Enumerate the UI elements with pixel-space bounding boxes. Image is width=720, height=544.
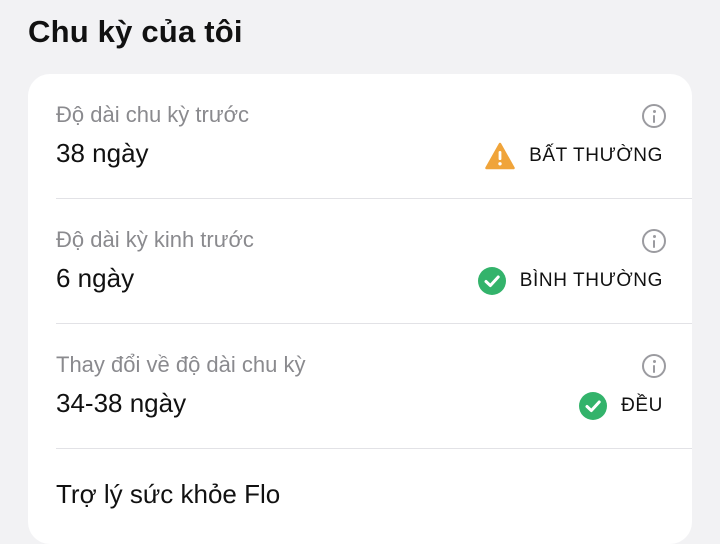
row-label: Độ dài chu kỳ trước: [56, 102, 249, 127]
info-icon[interactable]: [642, 104, 666, 128]
status-text: ĐỀU: [621, 395, 663, 416]
check-icon: [579, 392, 608, 420]
warning-icon: [485, 142, 515, 170]
cycle-summary-card: Độ dài chu kỳ trước 38 ngày BẤT THƯỜNG Đ…: [28, 74, 692, 544]
row-last-cycle-length[interactable]: Độ dài chu kỳ trước 38 ngày BẤT THƯỜNG: [56, 74, 692, 199]
info-icon[interactable]: [642, 354, 666, 378]
row-label: Thay đổi về độ dài chu kỳ: [56, 352, 306, 377]
row-value: 6 ngày: [56, 263, 135, 293]
status-badge: ĐỀU: [579, 392, 663, 420]
row-last-period-length[interactable]: Độ dài kỳ kinh trước 6 ngày BÌNH THƯỜNG: [56, 199, 692, 324]
status-text: BÌNH THƯỜNG: [519, 270, 663, 291]
row-value: 34-38 ngày: [56, 388, 187, 418]
status-badge: BẤT THƯỜNG: [485, 142, 663, 170]
check-icon: [477, 267, 506, 295]
row-label: Độ dài kỳ kinh trước: [56, 227, 254, 252]
row-health-assistant[interactable]: Trợ lý sức khỏe Flo: [56, 449, 692, 544]
health-assistant-label: Trợ lý sức khỏe Flo: [56, 479, 281, 509]
info-icon[interactable]: [642, 229, 666, 253]
row-cycle-length-variation[interactable]: Thay đổi về độ dài chu kỳ 34-38 ngày ĐỀU: [56, 324, 692, 449]
page-title: Chu kỳ của tôi: [28, 14, 243, 49]
row-value: 38 ngày: [56, 138, 149, 168]
status-text: BẤT THƯỜNG: [529, 145, 663, 166]
status-badge: BÌNH THƯỜNG: [477, 267, 663, 295]
